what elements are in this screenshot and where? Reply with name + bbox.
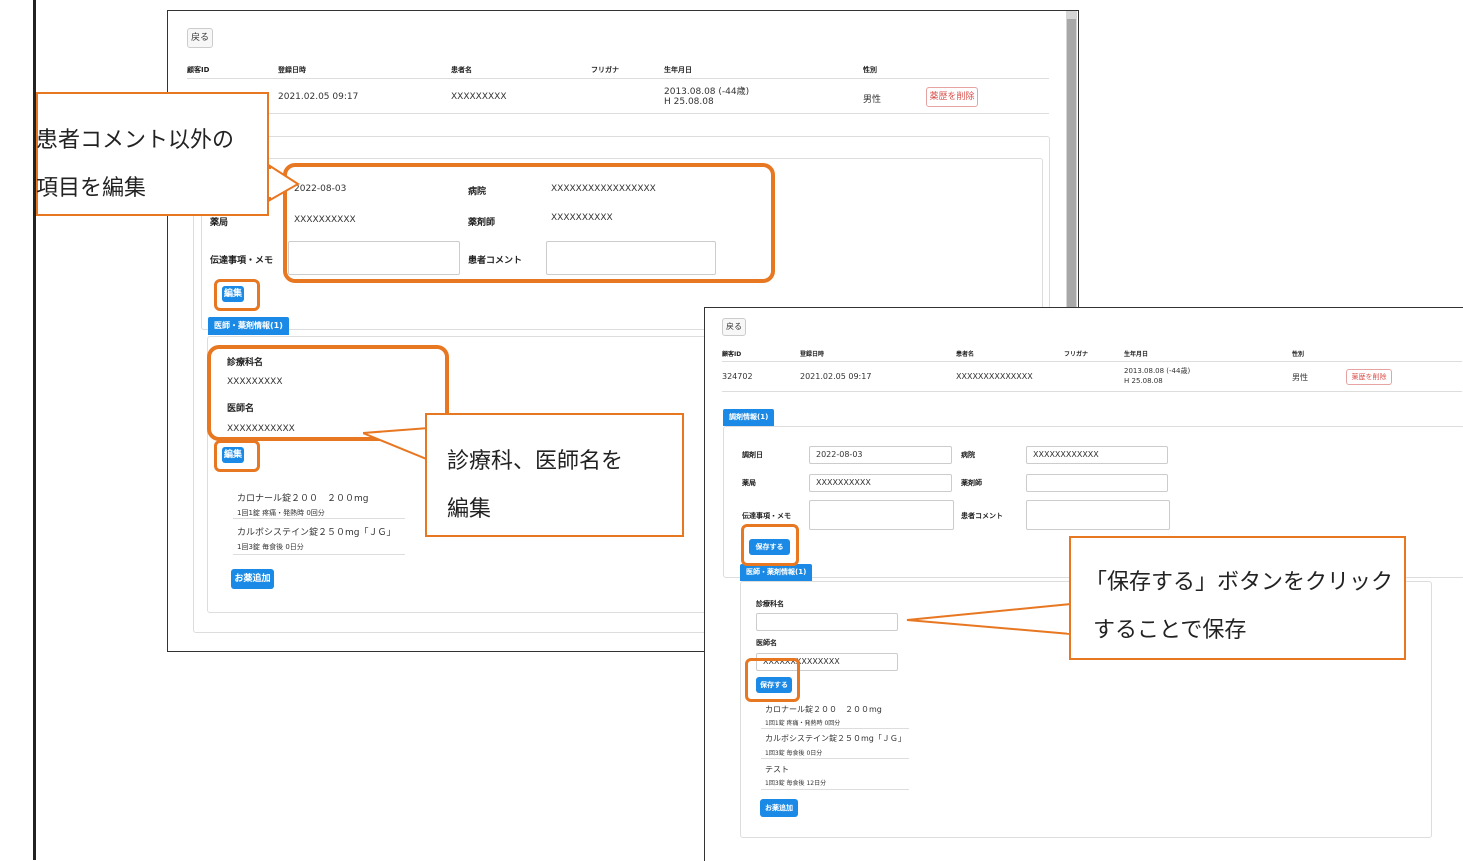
- callout-text-line1: 患者コメント以外の: [36, 128, 235, 153]
- callout-text-line1: 診療科、医師名を: [447, 449, 624, 474]
- header-kana: フリガナ: [1064, 351, 1089, 358]
- doctor-drug-tab[interactable]: 医師・薬剤情報(1): [208, 317, 289, 335]
- hospital-label: 病院: [961, 451, 975, 459]
- date-input[interactable]: 2022-08-03: [809, 446, 952, 464]
- back-button[interactable]: 戻る: [187, 28, 213, 48]
- header-sex: 性別: [1292, 351, 1305, 358]
- table-row-divider: [722, 391, 1462, 392]
- header-registered: 登録日時: [800, 351, 825, 358]
- med-1-name: カロナール錠２００ ２００mg: [765, 705, 882, 714]
- cell-name: XXXXXXXXX: [451, 92, 507, 102]
- doctor-drug-tab[interactable]: 医師・薬剤情報(1): [740, 564, 813, 581]
- callout-text-line2: することで保存: [1093, 618, 1247, 643]
- med-divider: [233, 518, 405, 519]
- cell-sex: 男性: [863, 95, 882, 105]
- highlight-save-button: [741, 524, 799, 566]
- scrollbar-thumb[interactable]: [1067, 19, 1076, 319]
- pharmacy-label: 薬局: [210, 218, 229, 228]
- header-customer-id: 顧客ID: [187, 66, 210, 74]
- callout-text-line2: 編集: [447, 497, 492, 522]
- med-divider: [761, 758, 909, 759]
- comment-textarea[interactable]: [1026, 500, 1170, 530]
- med-2-detail: 1回3錠 毎食後 0日分: [765, 750, 823, 757]
- memo-label: 伝達事項・メモ: [742, 512, 791, 520]
- med-3-detail: 1回3錠 毎食後 12日分: [765, 780, 827, 787]
- date-label: 調剤日: [742, 451, 763, 459]
- med-1-detail: 1回1錠 疼痛・発熱時 0回分: [237, 509, 325, 517]
- cell-birth-jp: H 25.08.08: [1124, 377, 1163, 385]
- header-name: 患者名: [451, 66, 472, 74]
- callout-edit-doctor: 診療科、医師名を 編集: [425, 413, 684, 537]
- header-sex: 性別: [863, 66, 877, 74]
- cell-registered: 2021.02.05 09:17: [800, 372, 872, 381]
- med-2-name: カルボシステイン錠２５０mg「ＪＧ」: [237, 528, 396, 538]
- med-3-name: テスト: [765, 765, 789, 774]
- callout-edit-except-comment: 患者コメント以外の 項目を編集: [36, 92, 269, 216]
- highlight-save-doctor-button: [745, 658, 800, 702]
- header-birth: 生年月日: [664, 66, 692, 74]
- delete-history-button[interactable]: 薬歴を削除: [926, 87, 978, 107]
- med-divider: [233, 554, 405, 555]
- add-medicine-button[interactable]: お薬追加: [231, 569, 274, 589]
- callout-save-instruction: 「保存する」ボタンをクリック することで保存: [1069, 536, 1406, 660]
- cell-name: XXXXXXXXXXXXXX: [956, 372, 1033, 381]
- header-customer-id: 顧客ID: [722, 351, 742, 358]
- callout-pointer: [363, 426, 433, 462]
- memo-label: 伝達事項・メモ: [210, 256, 274, 266]
- dept-label: 診療科名: [756, 600, 784, 608]
- med-1-detail: 1回1錠 疼痛・発熱時 0回分: [765, 720, 841, 727]
- cell-birth: 2013.08.08 (-44歳): [664, 87, 750, 97]
- delete-history-button[interactable]: 薬歴を削除: [1346, 369, 1392, 385]
- header-birth: 生年月日: [1124, 351, 1149, 358]
- highlight-edit-doctor-button: [214, 440, 260, 472]
- comment-label: 患者コメント: [961, 512, 1003, 520]
- header-registered: 登録日時: [278, 66, 306, 74]
- cell-sex: 男性: [1292, 373, 1308, 382]
- dispense-tab[interactable]: 調剤情報(1): [723, 409, 775, 426]
- med-divider: [761, 789, 909, 790]
- table-divider: [187, 78, 1049, 79]
- pharmacist-label: 薬剤師: [961, 479, 982, 487]
- table-row-divider: [187, 113, 1049, 114]
- highlight-edit-button: [214, 279, 260, 311]
- hospital-input[interactable]: XXXXXXXXXXXX: [1026, 446, 1168, 464]
- pharmacist-input[interactable]: [1026, 474, 1168, 492]
- header-kana: フリガナ: [591, 66, 619, 74]
- pharmacy-label: 薬局: [742, 479, 756, 487]
- callout-pointer: [906, 602, 1075, 636]
- med-2-name: カルボシステイン錠２５０mg「ＪＧ」: [765, 734, 906, 743]
- dept-input[interactable]: [756, 613, 898, 631]
- med-1-name: カロナール錠２００ ２００mg: [237, 494, 369, 504]
- cell-birth: 2013.08.08 (-44歳): [1124, 367, 1191, 375]
- pharmacy-input[interactable]: XXXXXXXXXX: [809, 474, 952, 492]
- doctor-label: 医師名: [756, 639, 777, 647]
- callout-text-line1: 「保存する」ボタンをクリック: [1085, 570, 1394, 595]
- back-button[interactable]: 戻る: [722, 318, 746, 336]
- header-name: 患者名: [956, 351, 975, 358]
- callout-text-line2: 項目を編集: [36, 176, 147, 201]
- med-divider: [761, 728, 909, 729]
- table-divider: [722, 361, 1462, 362]
- med-2-detail: 1回3錠 毎食後 0日分: [237, 543, 304, 551]
- highlight-dispense-fields: [283, 163, 775, 283]
- memo-textarea[interactable]: [809, 500, 954, 530]
- cell-registered: 2021.02.05 09:17: [278, 92, 359, 102]
- add-medicine-button[interactable]: お薬追加: [760, 799, 798, 817]
- cell-customer-id: 324702: [722, 372, 753, 381]
- cell-birth-jp: H 25.08.08: [664, 97, 714, 107]
